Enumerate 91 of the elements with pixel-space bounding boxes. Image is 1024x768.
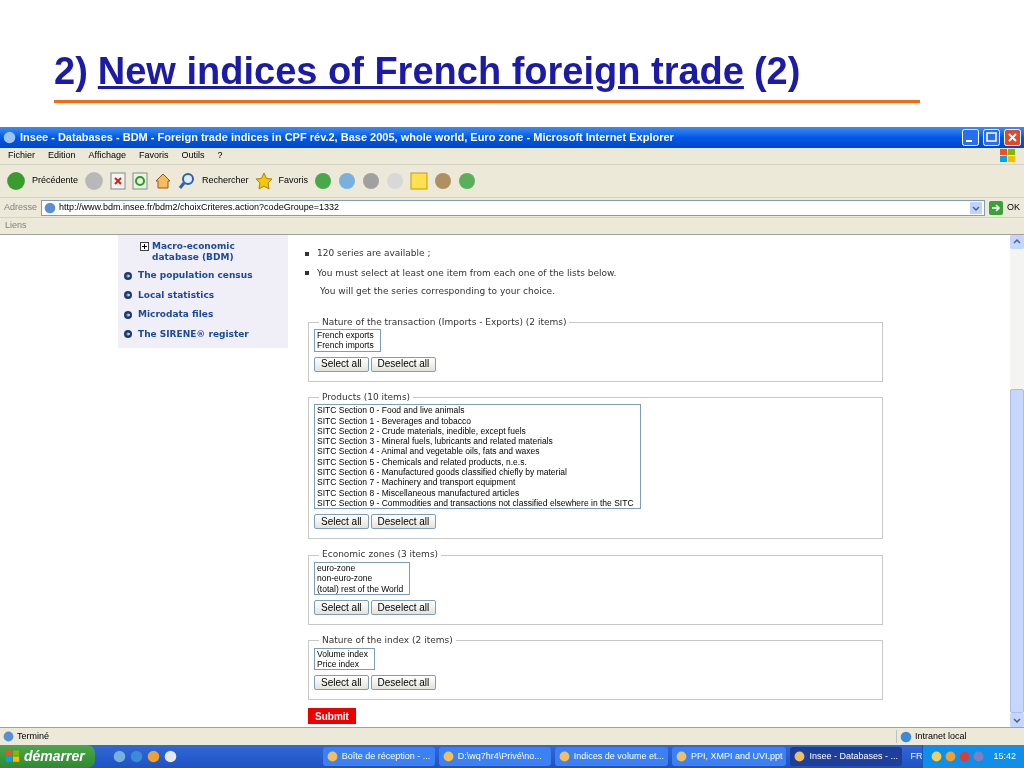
menu-item[interactable]: Outils — [181, 149, 205, 163]
home-icon[interactable] — [154, 172, 173, 190]
windows-logo-icon — [6, 750, 20, 763]
windows-logo-icon — [1000, 149, 1016, 163]
go-button[interactable]: OK — [1007, 200, 1020, 215]
stop-icon[interactable] — [110, 172, 127, 190]
search-icon[interactable] — [178, 172, 197, 190]
window-title: Insee - Databases - BDM - Foreign trade indices in CPF rév.2, Base 2005, whole world, Euro zone - Microsoft Internet Explorer — [20, 130, 675, 146]
expand-icon[interactable] — [140, 242, 149, 251]
bullet-icon — [305, 271, 309, 276]
sidebar-link[interactable]: Macro-economic database (BDM) — [152, 241, 252, 263]
group-legend: Economic zones (3 items) — [319, 548, 442, 562]
address-field[interactable]: http://www.bdm.insee.fr/bdm2/choixCriteres.action?codeGroupe=1332 — [41, 199, 985, 216]
go-arrow-icon[interactable] — [989, 200, 1003, 215]
select-button[interactable]: Deselect all — [370, 600, 437, 616]
arrow-bullet-icon — [124, 330, 132, 339]
group-legend: Products (10 items) — [319, 390, 414, 405]
arrow-bullet-icon — [124, 310, 132, 319]
list-option[interactable]: French exports — [317, 330, 374, 341]
select-button[interactable]: Select all — [314, 675, 369, 691]
list-option[interactable]: SITC Section 0 - Food and live animals — [317, 405, 634, 416]
clock: 15:42 — [993, 749, 1016, 763]
list-option[interactable]: SITC Section 2 - Crude materials, inedible, except fuels — [317, 425, 634, 437]
list-option[interactable]: SITC Section 1 - Beverages and tobacco — [317, 415, 634, 426]
slide-title-link[interactable]: New indices of French foreign trade — [97, 52, 744, 90]
maximize-button[interactable] — [983, 129, 1000, 146]
slide-title-suffix: (2) — [753, 52, 801, 90]
menu-item[interactable]: Fichier — [8, 149, 35, 163]
note-icon[interactable] — [410, 172, 429, 190]
select-button[interactable]: Deselect all — [370, 356, 437, 372]
list-option[interactable]: (total) rest of the World — [317, 583, 404, 594]
select-button[interactable]: Deselect all — [370, 675, 437, 691]
taskbar-button[interactable]: D:\wq7hr4\Privé\no... — [438, 747, 551, 766]
list-option[interactable]: Price index — [317, 658, 369, 670]
arrow-bullet-icon — [124, 271, 132, 280]
status-text: Terminé — [17, 729, 50, 743]
list-box[interactable]: euro-zone non-euro-zone (total) rest of the World — [314, 561, 411, 595]
start-button[interactable]: démarrer — [0, 745, 95, 768]
slide-number: 2) — [54, 52, 88, 90]
security-zone: Intranet local — [915, 729, 967, 743]
taskbar-button[interactable]: PPI, XMPI and UVI.ppt — [671, 747, 787, 766]
list-box[interactable]: French exports French imports — [314, 329, 381, 352]
sidebar-link[interactable]: Local statistics — [138, 288, 215, 302]
close-button[interactable] — [1004, 129, 1021, 146]
menu-item[interactable]: Favoris — [138, 149, 169, 163]
list-box[interactable] — [314, 404, 641, 510]
list-option[interactable]: SITC Section 3 - Mineral fuels, lubricants and related materials — [317, 436, 634, 447]
sidebar-link[interactable]: The population census — [138, 269, 253, 283]
scroll-thumb[interactable] — [1010, 389, 1024, 713]
taskbar-button[interactable]: Boîte de réception - ... — [322, 747, 435, 766]
arrow-bullet-icon — [124, 291, 132, 300]
submit-button[interactable]: Submit — [308, 708, 356, 725]
address-label: Adresse — [4, 200, 38, 214]
list-option[interactable]: Volume index — [317, 648, 369, 659]
sidebar-link[interactable]: The SIRENE® register — [138, 327, 249, 341]
select-button[interactable]: Select all — [314, 356, 369, 372]
menu-item[interactable]: Edition — [48, 149, 76, 163]
sidebar-link[interactable]: Microdata files — [138, 308, 214, 322]
select-button[interactable]: Select all — [314, 514, 369, 530]
group-legend: Nature of the transaction (Imports - Exports) (2 items) — [319, 315, 570, 329]
list-option[interactable]: non-euro-zone — [317, 573, 404, 584]
menu-item[interactable]: ? — [217, 149, 223, 163]
list-option[interactable]: SITC Section 5 - Chemicals and related products, n.e.s. — [317, 456, 634, 468]
taskbar-button[interactable]: Insee - Databases - ... — [790, 747, 903, 766]
refresh-icon[interactable] — [132, 172, 149, 190]
taskbar-button[interactable]: Indices de volume et... — [554, 747, 668, 766]
list-option[interactable]: SITC Section 9 - Commodities and transactions not classified elsewhere in the SITC — [317, 497, 634, 509]
intro-text: You must select at least one item from each one of the lists below. — [317, 266, 617, 280]
scroll-down-icon[interactable] — [1010, 713, 1024, 727]
back-label[interactable]: Précédente — [32, 174, 79, 188]
search-label[interactable]: Rechercher — [202, 174, 249, 188]
scrollbar[interactable] — [1010, 235, 1024, 727]
list-box[interactable]: Volume index Price index — [314, 647, 376, 671]
list-option[interactable]: French imports — [317, 340, 374, 351]
group-legend: Nature of the index (2 items) — [319, 634, 456, 648]
list-option[interactable]: SITC Section 8 - Miscellaneous manufactured articles — [317, 487, 634, 498]
list-option[interactable]: SITC Section 4 - Animal and vegetable oils, fats and waxes — [317, 446, 634, 457]
menu-item[interactable]: Affichage — [88, 149, 126, 163]
list-option[interactable]: SITC Section 6 - Manufactured goods classified chiefly by material — [317, 467, 634, 478]
intro-text: 120 series are available ; — [317, 247, 431, 260]
scroll-up-icon[interactable] — [1010, 235, 1024, 249]
select-button[interactable]: Deselect all — [370, 514, 437, 530]
intro-note: You will get the series corresponding to your choice. — [319, 285, 557, 298]
minimize-button[interactable] — [962, 129, 979, 146]
favorites-label[interactable]: Favoris — [278, 174, 309, 188]
select-button[interactable]: Select all — [314, 600, 369, 616]
bullet-icon — [305, 251, 309, 256]
language-indicator[interactable]: FR — [910, 749, 923, 764]
list-option[interactable]: euro-zone — [317, 562, 404, 574]
list-option[interactable]: SITC Section 7 - Machinery and transport equipment — [317, 477, 634, 488]
star-icon[interactable] — [254, 172, 273, 190]
